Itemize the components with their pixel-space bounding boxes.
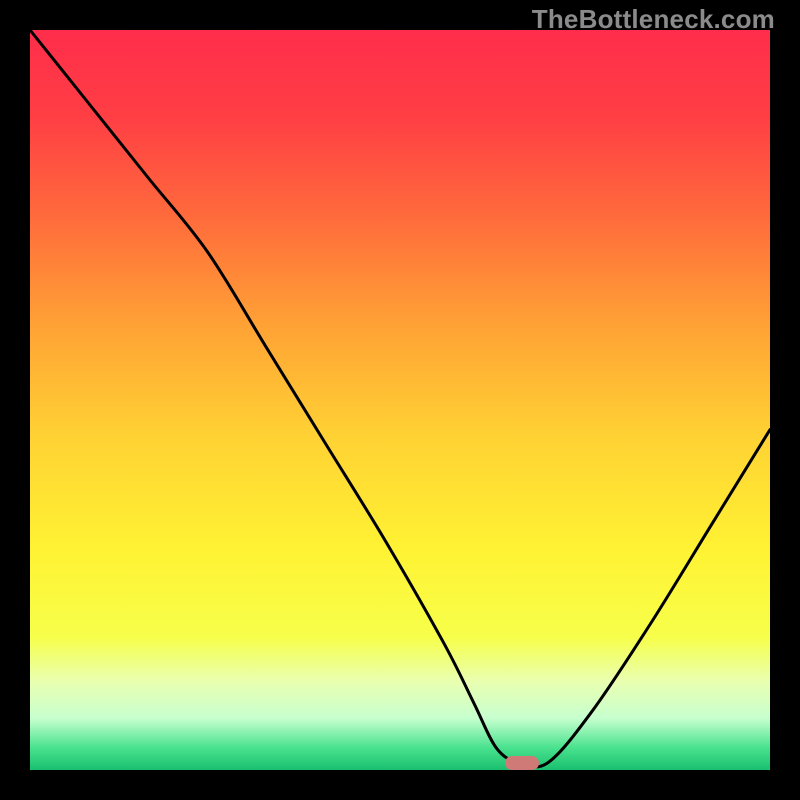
optimum-marker: [505, 756, 539, 770]
plot-area: [30, 30, 770, 770]
bottleneck-curve: [30, 30, 770, 770]
chart-frame: TheBottleneck.com: [0, 0, 800, 800]
